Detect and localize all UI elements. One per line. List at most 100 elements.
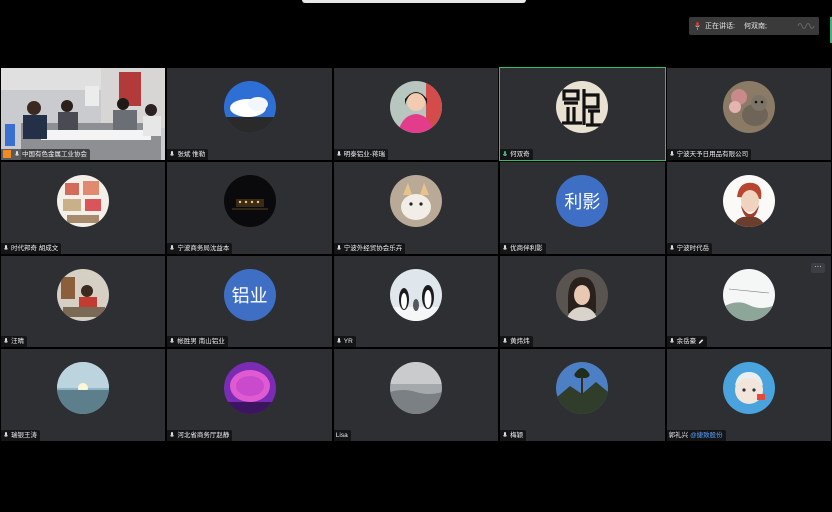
mic-icon <box>14 150 20 156</box>
avatar <box>389 362 442 415</box>
participant-name-label: 汪晴 <box>1 336 27 348</box>
mic-icon <box>170 432 175 437</box>
participant-tile[interactable]: 黄炜炜 <box>499 254 666 349</box>
participant-tile[interactable]: 明泰铝业-蒋瑞 <box>332 67 500 161</box>
avatar <box>556 362 609 415</box>
participant-company: @捷致股份 <box>690 432 723 439</box>
participant-name-label: 时代邦奇 胡成文 <box>1 242 62 254</box>
participant-name-label: 河北省商务厅赵静 <box>167 430 233 441</box>
participant-tile[interactable]: 河北省商务厅赵静 <box>166 348 333 442</box>
participant-tile[interactable]: 中国有色金属工业协会 <box>0 67 167 161</box>
mic-icon <box>170 338 175 344</box>
participant-name-label: 张斌 惟勒 <box>167 148 209 160</box>
mic-icon <box>669 244 674 250</box>
participant-name-label: 余岳豪 <box>666 336 708 348</box>
participant-grid: 中国有色金属工业协会 张斌 惟勒 明泰铝业-蒋瑞 何双奇 宁波天予日用品有限公司… <box>0 67 832 442</box>
top-toolbar-edge <box>302 0 526 3</box>
participant-tile[interactable]: 宁波外经贸协会乐卉 <box>332 160 500 255</box>
mic-icon <box>503 432 508 437</box>
participant-name: 何双奇 <box>510 150 530 158</box>
participant-name: YR <box>343 338 353 346</box>
participant-name-label: 宁波商务局沈益本 <box>167 242 233 254</box>
participant-name: 中国有色金属工业协会 <box>22 150 87 158</box>
avatar <box>223 174 276 227</box>
participant-tile[interactable]: 宁波商务局沈益本 <box>166 160 333 255</box>
mic-icon <box>336 150 341 156</box>
participant-name: 宁波时代岳 <box>676 244 710 252</box>
avatar <box>722 268 775 321</box>
speaking-indicator: 正在讲话: 何双南; <box>689 17 819 35</box>
participant-name: 张斌 惟勒 <box>177 150 206 158</box>
mic-icon <box>3 338 9 344</box>
participant-name: 梅颖 <box>510 432 524 439</box>
participant-name-label: 中国有色金属工业协会 <box>1 148 90 160</box>
participant-tile[interactable]: 利影 优商伴利影 <box>499 160 666 255</box>
avatar <box>57 362 110 415</box>
avatar <box>223 362 276 415</box>
mic-active-icon <box>503 150 508 156</box>
mic-icon <box>336 244 341 250</box>
speaking-label: 正在讲话: <box>705 23 735 30</box>
host-badge-icon <box>3 150 11 159</box>
participant-tile[interactable]: 张斌 惟勒 <box>166 67 333 161</box>
participant-tile[interactable]: ··· 余岳豪 <box>665 254 832 349</box>
participant-tile[interactable]: Lisa <box>332 348 500 442</box>
participant-tile[interactable]: 瑞银王涛 <box>0 348 167 442</box>
participant-name-label: 何双奇 <box>500 148 533 160</box>
participant-tile[interactable]: 汪晴 <box>0 254 167 349</box>
participant-name-label: 郭礼兴 @捷致股份 <box>666 430 726 441</box>
avatar: 利影 <box>556 174 609 227</box>
participant-name: 宁波商务局沈益本 <box>177 244 230 252</box>
participant-name: 汪晴 <box>11 338 24 346</box>
participant-tile[interactable]: 宁波天予日用品有限公司 <box>665 67 832 161</box>
mic-icon <box>503 338 508 344</box>
avatar <box>389 268 442 321</box>
mic-icon <box>3 432 9 437</box>
participant-name-label: Lisa <box>333 430 351 441</box>
avatar <box>556 81 609 133</box>
participant-name-label: 宁波外经贸协会乐卉 <box>333 242 406 254</box>
mic-icon <box>170 150 175 156</box>
participant-tile[interactable]: YR <box>332 254 500 349</box>
mic-icon <box>336 338 341 344</box>
participant-name-label: YR <box>333 336 356 348</box>
avatar <box>57 174 110 227</box>
participant-name-label: 明泰铝业-蒋瑞 <box>333 148 388 160</box>
edit-pencil-icon[interactable] <box>698 338 704 345</box>
mic-icon <box>3 244 9 250</box>
participant-name: 余岳豪 <box>676 338 697 346</box>
avatar <box>57 268 110 321</box>
avatar <box>556 268 609 321</box>
avatar: 铝业 <box>223 268 276 321</box>
participant-tile[interactable]: 郭礼兴 @捷致股份 <box>665 348 832 442</box>
participant-name-label: 瑞银王涛 <box>1 430 40 441</box>
mic-icon <box>695 22 700 30</box>
participant-name-label: 帐胜男 南山铝业 <box>167 336 228 348</box>
avatar <box>223 81 276 133</box>
participant-name: 河北省商务厅赵静 <box>177 432 230 439</box>
avatar <box>722 174 775 227</box>
participant-name-label: 梅颖 <box>500 430 527 441</box>
avatar <box>722 362 775 415</box>
participant-name: 黄炜炜 <box>510 338 530 346</box>
mic-icon <box>503 244 508 250</box>
participant-name: 宁波外经贸协会乐卉 <box>343 244 403 252</box>
speaking-name: 何双南; <box>743 23 767 30</box>
mic-icon <box>170 244 175 250</box>
participant-tile[interactable]: 时代邦奇 胡成文 <box>0 160 167 255</box>
avatar <box>389 174 442 227</box>
participant-tile[interactable]: 铝业 帐胜男 南山铝业 <box>166 254 333 349</box>
participant-tile[interactable]: 宁波时代岳 <box>665 160 832 255</box>
participant-name-label: 宁波天予日用品有限公司 <box>666 148 752 160</box>
participant-name-label: 黄炜炜 <box>500 336 533 348</box>
participant-name-label: 宁波时代岳 <box>666 242 713 254</box>
avatar <box>389 81 442 133</box>
mic-icon <box>669 150 674 156</box>
mic-icon <box>669 338 674 344</box>
audio-wave-icon <box>797 23 815 29</box>
participant-name: 宁波天予日用品有限公司 <box>676 150 749 158</box>
participant-name: 郭礼兴 <box>668 432 689 439</box>
participant-tile-active-speaker[interactable]: 何双奇 <box>499 67 666 161</box>
participant-tile[interactable]: 梅颖 <box>499 348 666 442</box>
more-options-button[interactable]: ··· <box>810 262 825 273</box>
